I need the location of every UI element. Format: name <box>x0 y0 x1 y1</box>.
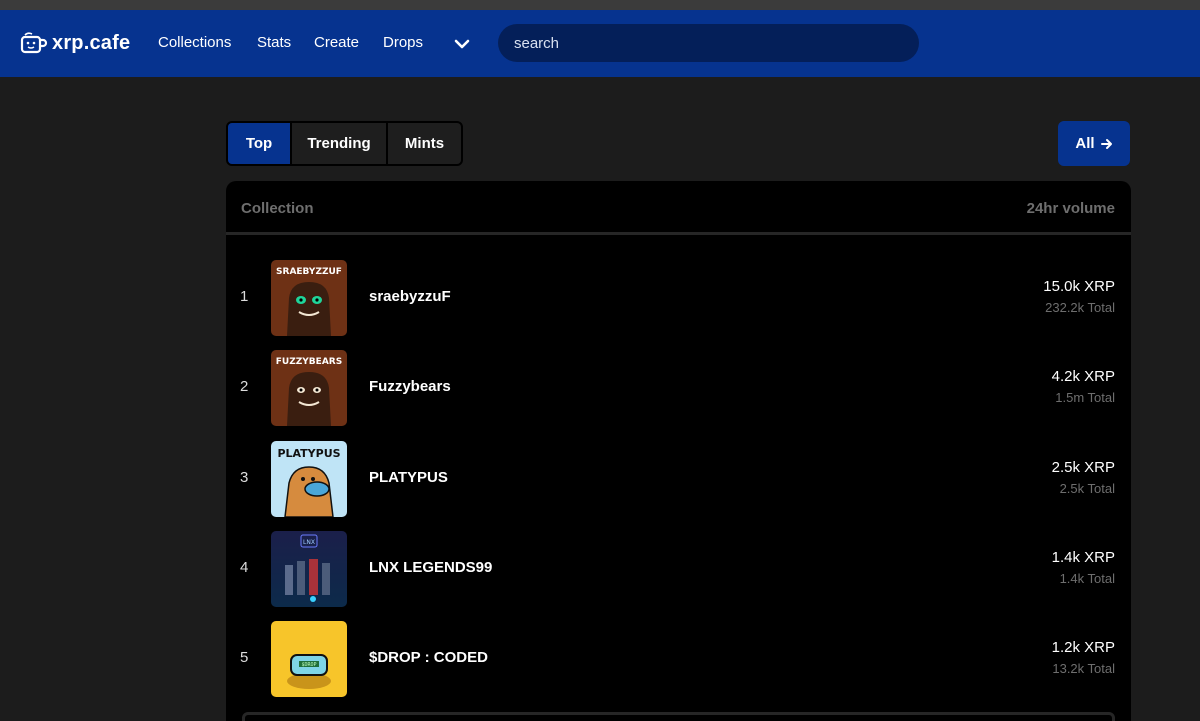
logo-text: xrp.cafe <box>52 31 131 54</box>
collection-name[interactable]: PLATYPUS <box>369 469 448 486</box>
arrow-right-icon <box>1100 138 1112 149</box>
volume-total: 1.5m Total <box>1055 390 1115 405</box>
thumb-text: FUZZYBEARS <box>276 357 342 367</box>
volume-24h: 1.4k XRP <box>1051 549 1115 566</box>
row-rank: 5 <box>240 649 249 666</box>
volume-24h: 2.5k XRP <box>1051 459 1115 476</box>
collection-thumbnail[interactable]: LNX <box>271 531 347 607</box>
header-24hr-volume: 24hr volume <box>1026 200 1115 217</box>
thumb-text: SRAEBYZZUF <box>276 267 342 277</box>
collection-thumbnail[interactable]: FUZZYBEARS <box>271 350 347 426</box>
volume-total: 232.2k Total <box>1045 300 1115 315</box>
cup-icon <box>20 32 48 54</box>
collection-thumbnail[interactable]: $DROP <box>271 621 347 697</box>
row-rank: 4 <box>240 559 249 576</box>
collection-thumbnail[interactable]: SRAEBYZZUF <box>271 260 347 336</box>
thumb-text: $DROP <box>301 662 316 668</box>
volume-24h: 15.0k XRP <box>1043 278 1115 295</box>
volume-24h: 1.2k XRP <box>1051 639 1115 656</box>
collection-name[interactable]: LNX LEGENDS99 <box>369 559 492 576</box>
table-header: Collection 24hr volume <box>226 181 1131 235</box>
collection-thumbnail[interactable]: PLATYPUS <box>271 441 347 517</box>
collections-table: Collection 24hr volume 1 SRAEBYZZUF srae… <box>226 181 1131 721</box>
search-input[interactable] <box>498 24 919 62</box>
row-rank: 2 <box>240 378 249 395</box>
row-rank: 1 <box>240 288 249 305</box>
tab-top[interactable]: Top <box>228 123 290 164</box>
logo[interactable]: xrp.cafe <box>20 30 130 56</box>
collection-name[interactable]: sraebyzzuF <box>369 288 451 305</box>
top-navbar: xrp.cafe Collections Stats Create Drops <box>0 10 1200 77</box>
collection-name[interactable]: Fuzzybears <box>369 378 451 395</box>
nav-link-collections[interactable]: Collections <box>158 34 231 51</box>
nav-link-create[interactable]: Create <box>314 34 359 51</box>
table-row[interactable]: 5 $DROP $DROP : CODED 1.2k XRP 13.2k Tot… <box>226 615 1131 705</box>
window-top-strip <box>0 0 1200 10</box>
nav-link-drops[interactable]: Drops <box>383 34 423 51</box>
tab-trending[interactable]: Trending <box>292 123 386 164</box>
chevron-down-icon[interactable] <box>454 38 470 50</box>
all-button-label: All <box>1075 135 1095 152</box>
tab-group: Top Trending Mints <box>226 121 463 166</box>
all-button[interactable]: All <box>1058 121 1130 166</box>
volume-total: 1.4k Total <box>1059 571 1115 586</box>
table-row[interactable]: 2 FUZZYBEARS Fuzzybears 4.2k XRP 1.5m To… <box>226 344 1131 434</box>
load-more-box[interactable] <box>242 712 1115 721</box>
volume-24h: 4.2k XRP <box>1051 368 1115 385</box>
table-row[interactable]: 1 SRAEBYZZUF sraebyzzuF 15.0k XRP 232.2k… <box>226 254 1131 344</box>
thumb-text: LNX <box>303 539 315 546</box>
tab-mints[interactable]: Mints <box>388 123 461 164</box>
table-row[interactable]: 4 LNX LNX LEGENDS99 1.4k XRP 1.4k Total <box>226 525 1131 615</box>
table-row[interactable]: 3 PLATYPUS PLATYPUS 2.5k XRP 2.5k Total <box>226 435 1131 525</box>
collection-name[interactable]: $DROP : CODED <box>369 649 488 666</box>
header-collection: Collection <box>241 200 314 217</box>
row-rank: 3 <box>240 469 249 486</box>
thumb-text: PLATYPUS <box>277 447 340 460</box>
nav-link-stats[interactable]: Stats <box>257 34 291 51</box>
volume-total: 2.5k Total <box>1059 481 1115 496</box>
volume-total: 13.2k Total <box>1052 661 1115 676</box>
